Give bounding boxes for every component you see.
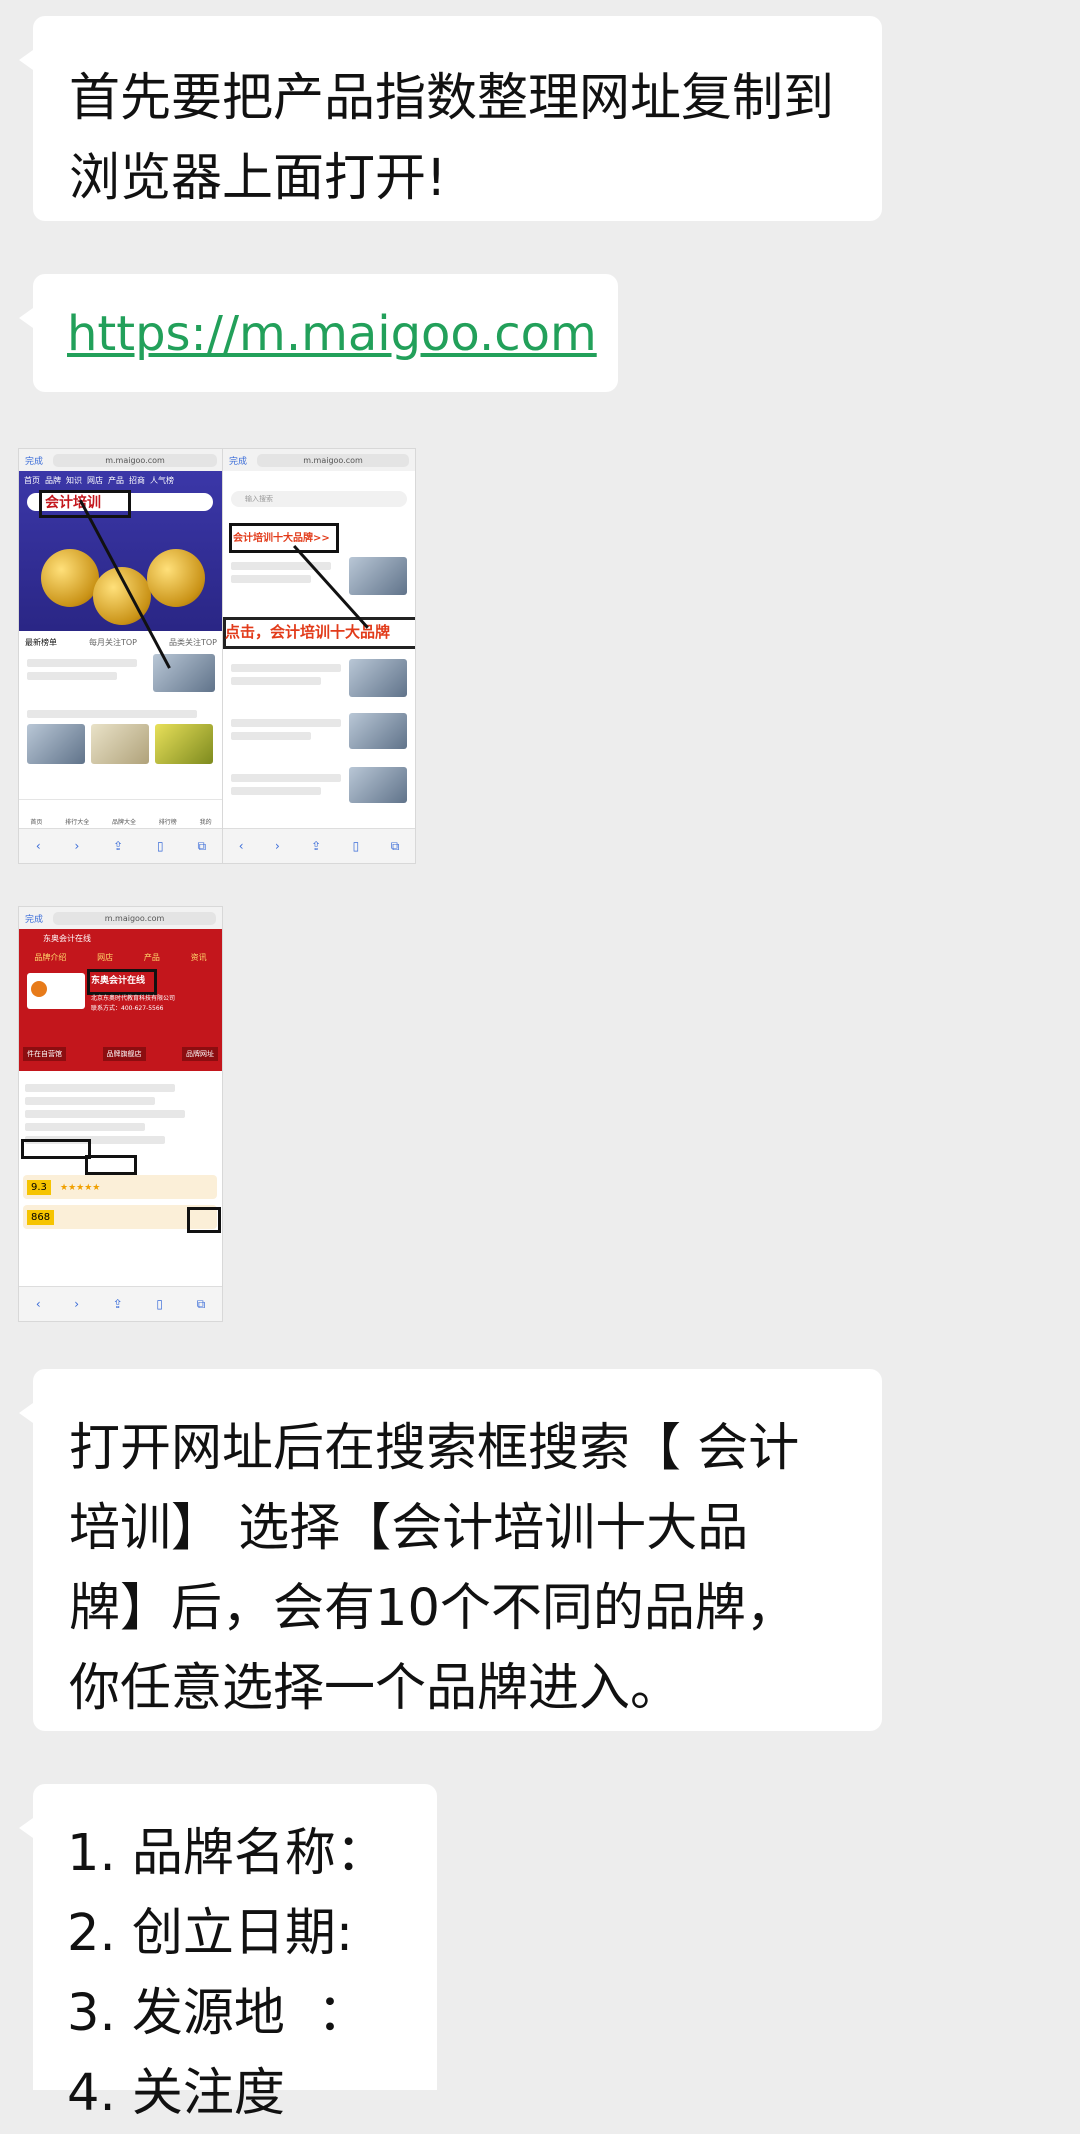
score-value: 9.3: [27, 1180, 51, 1195]
brand-company: 北京东奥时代教育科技有限公司: [91, 995, 176, 1002]
phone-screenshot-home: 完成 m.maigoo.com 首页 品牌 知识 网店 产品 招商 人气榜 会计培训 …: [18, 448, 224, 864]
message-text: 首先要把产品指数整理网址复制到 浏览器上面打开!: [69, 69, 835, 208]
screenshot-image-1[interactable]: 完成 m.maigoo.com 首页 品牌 知识 网店 产品 招商 人气榜 会计培训 …: [18, 448, 416, 864]
url-bar: m.maigoo.com: [53, 453, 217, 467]
url-bar: m.maigoo.com: [257, 453, 409, 467]
search-field: 输入搜索: [231, 491, 407, 507]
score-row: 9.3 ★★★★★: [23, 1175, 217, 1199]
field-line-4: 4. 关注度: [67, 2064, 285, 2123]
follow-button-box: [187, 1207, 221, 1233]
brand-tabs: 品牌介绍 网店 产品 资讯: [34, 953, 207, 962]
maigoo-link[interactable]: https://m.maigoo.com: [67, 306, 597, 362]
field-line-1: 1. 品牌名称：: [67, 1824, 387, 1883]
field-line-2: 2. 创立日期:: [67, 1904, 354, 1963]
brand-header: 东奥会计在线 品牌介绍 网店 产品 资讯 东奥会计在线 北京东奥时代教育科技有限公司…: [19, 929, 222, 1071]
message-bubble-2[interactable]: https://m.maigoo.com: [19, 274, 618, 392]
phone-screenshot-search: 完成 m.maigoo.com 输入搜索 会计培训十大品牌>> 点击，会计培训十…: [222, 448, 416, 864]
done-label: 完成: [25, 914, 44, 925]
count-value: 868: [27, 1210, 55, 1225]
field-line-3: 3. 发源地 ：: [67, 1984, 369, 2043]
hero-area: 首页 品牌 知识 网店 产品 招商 人气榜 会计培训: [19, 471, 223, 631]
result-label: 会计培训十大品牌>>: [233, 533, 330, 544]
browser-toolbar: ‹ › ⇪ ▯ ⧉: [19, 1286, 222, 1321]
search-term-text: 会计培训: [45, 495, 101, 511]
sub-tabs: 最新榜单 每月关注TOP 品类关注TOP: [25, 638, 217, 647]
message-bubble-1[interactable]: 首先要把产品指数整理网址复制到 浏览器上面打开!: [19, 16, 882, 221]
done-label: 完成: [229, 456, 248, 467]
brand-title: 东奥会计在线: [43, 934, 91, 943]
message-bubble-4[interactable]: 1. 品牌名称： 2. 创立日期: 3. 发源地 ： 4. 关注度: [19, 1784, 437, 2123]
browser-toolbar: ‹ › ⇪ ▯ ⧉: [19, 828, 223, 863]
url-bar: m.maigoo.com: [53, 911, 216, 925]
brand-phone: 联系方式：400-627-5566: [91, 1005, 164, 1012]
nav-tabs: 首页 品牌 知识 网店 产品 招商 人气榜: [24, 476, 174, 485]
message-text: 打开网址后在搜索框搜索【 会计 培训】 选择【会计培训十大品 牌】后，会有10个…: [69, 1419, 800, 1718]
browser-toolbar: ‹ › ⇪ ▯ ⧉: [223, 828, 415, 863]
message-bubble-3[interactable]: 打开网址后在搜索框搜索【 会计 培训】 选择【会计培训十大品 牌】后，会有10个…: [19, 1369, 882, 1731]
brand-buttons: 件在自营馆 品牌旗舰店 品牌网址: [23, 1047, 218, 1061]
medal-right: [147, 549, 205, 607]
brand-name: 东奥会计在线: [91, 976, 146, 986]
brand-logo: [27, 973, 85, 1009]
medal-left: [41, 549, 99, 607]
founded-box: [21, 1139, 91, 1159]
screenshot-image-2[interactable]: 完成 m.maigoo.com 东奥会计在线 品牌介绍 网店 产品 资讯 东奥会计在…: [18, 906, 223, 1322]
bottom-nav: 首页 排行大全 品牌大全 排行榜 我的: [19, 799, 223, 829]
list-area: [27, 654, 215, 764]
origin-box: [85, 1155, 137, 1175]
done-label: 完成: [25, 456, 44, 467]
result-list-lower: [231, 659, 407, 803]
